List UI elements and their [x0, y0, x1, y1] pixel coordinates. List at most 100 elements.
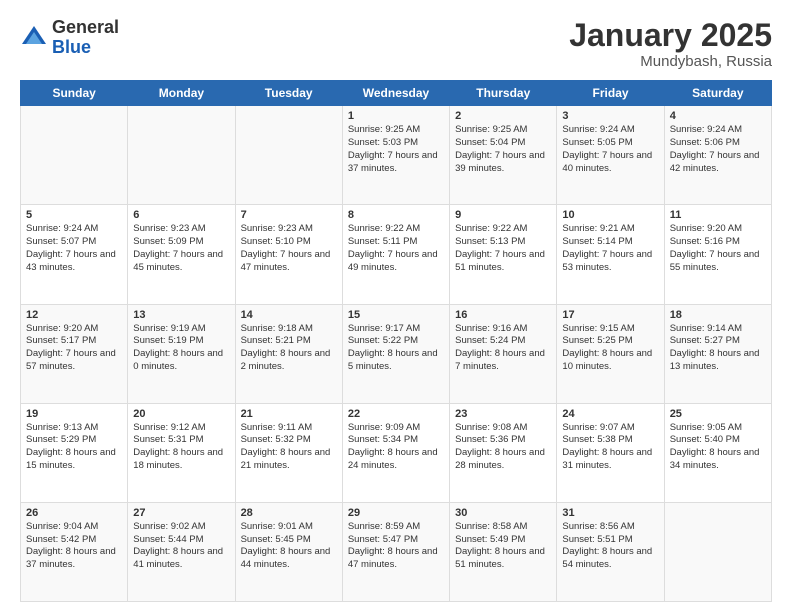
day-info: Sunrise: 9:05 AM Sunset: 5:40 PM Dayligh… [670, 422, 766, 473]
day-number: 9 [455, 209, 551, 221]
day-info: Sunrise: 9:23 AM Sunset: 5:10 PM Dayligh… [241, 223, 337, 274]
calendar-cell: 24 Sunrise: 9:07 AM Sunset: 5:38 PM Dayli… [557, 403, 664, 502]
calendar-cell [128, 106, 235, 205]
calendar-table: SundayMondayTuesdayWednesdayThursdayFrid… [20, 80, 772, 602]
week-row-4: 19 Sunrise: 9:13 AM Sunset: 5:29 PM Dayli… [21, 403, 772, 502]
day-number: 6 [133, 209, 229, 221]
logo-general: General [52, 18, 119, 38]
day-number: 14 [241, 309, 337, 321]
logo-text: General Blue [52, 18, 119, 58]
day-number: 19 [26, 408, 122, 420]
day-info: Sunrise: 9:18 AM Sunset: 5:21 PM Dayligh… [241, 323, 337, 374]
day-info: Sunrise: 9:08 AM Sunset: 5:36 PM Dayligh… [455, 422, 551, 473]
weekday-header-thursday: Thursday [450, 81, 557, 106]
calendar-cell: 7Sunrise: 9:23 AM Sunset: 5:10 PM Daylig… [235, 205, 342, 304]
day-number: 3 [562, 110, 658, 122]
calendar-cell: 29 Sunrise: 8:59 AM Sunset: 5:47 PM Dayli… [342, 502, 449, 601]
day-number: 21 [241, 408, 337, 420]
day-number: 1 [348, 110, 444, 122]
day-info: Sunrise: 9:24 AM Sunset: 5:05 PM Dayligh… [562, 124, 658, 175]
day-number: 16 [455, 309, 551, 321]
day-number: 27 [133, 507, 229, 519]
day-info: Sunrise: 9:13 AM Sunset: 5:29 PM Dayligh… [26, 422, 122, 473]
calendar-cell: 16 Sunrise: 9:16 AM Sunset: 5:24 PM Dayli… [450, 304, 557, 403]
day-number: 29 [348, 507, 444, 519]
weekday-header-friday: Friday [557, 81, 664, 106]
calendar-cell: 26Sunrise: 9:04 AM Sunset: 5:42 PM Dayli… [21, 502, 128, 601]
calendar-cell: 5 Sunrise: 9:24 AM Sunset: 5:07 PM Daylig… [21, 205, 128, 304]
day-number: 8 [348, 209, 444, 221]
day-number: 24 [562, 408, 658, 420]
day-info: Sunrise: 8:59 AM Sunset: 5:47 PM Dayligh… [348, 521, 444, 572]
day-number: 11 [670, 209, 766, 221]
calendar-cell: 27 Sunrise: 9:02 AM Sunset: 5:44 PM Dayli… [128, 502, 235, 601]
day-info: Sunrise: 9:07 AM Sunset: 5:38 PM Dayligh… [562, 422, 658, 473]
day-number: 5 [26, 209, 122, 221]
week-row-3: 12 Sunrise: 9:20 AM Sunset: 5:17 PM Dayli… [21, 304, 772, 403]
day-number: 18 [670, 309, 766, 321]
day-info: Sunrise: 9:19 AM Sunset: 5:19 PM Dayligh… [133, 323, 229, 374]
day-number: 12 [26, 309, 122, 321]
calendar-cell: 12 Sunrise: 9:20 AM Sunset: 5:17 PM Dayli… [21, 304, 128, 403]
logo-icon [20, 24, 48, 52]
calendar-cell: 11Sunrise: 9:20 AM Sunset: 5:16 PM Dayli… [664, 205, 771, 304]
day-info: Sunrise: 9:21 AM Sunset: 5:14 PM Dayligh… [562, 223, 658, 274]
header: General Blue January 2025 Mundybash, Rus… [20, 18, 772, 70]
day-number: 2 [455, 110, 551, 122]
location: Mundybash, Russia [569, 53, 772, 70]
day-info: Sunrise: 9:17 AM Sunset: 5:22 PM Dayligh… [348, 323, 444, 374]
calendar-cell: 6 Sunrise: 9:23 AM Sunset: 5:09 PM Daylig… [128, 205, 235, 304]
day-info: Sunrise: 9:24 AM Sunset: 5:07 PM Dayligh… [26, 223, 122, 274]
day-info: Sunrise: 9:20 AM Sunset: 5:17 PM Dayligh… [26, 323, 122, 374]
calendar-cell: 28Sunrise: 9:01 AM Sunset: 5:45 PM Dayli… [235, 502, 342, 601]
day-number: 15 [348, 309, 444, 321]
day-info: Sunrise: 8:58 AM Sunset: 5:49 PM Dayligh… [455, 521, 551, 572]
day-info: Sunrise: 9:24 AM Sunset: 5:06 PM Dayligh… [670, 124, 766, 175]
calendar-cell: 4 Sunrise: 9:24 AM Sunset: 5:06 PM Daylig… [664, 106, 771, 205]
weekday-header-monday: Monday [128, 81, 235, 106]
calendar-cell: 22Sunrise: 9:09 AM Sunset: 5:34 PM Dayli… [342, 403, 449, 502]
day-info: Sunrise: 9:16 AM Sunset: 5:24 PM Dayligh… [455, 323, 551, 374]
day-info: Sunrise: 9:25 AM Sunset: 5:03 PM Dayligh… [348, 124, 444, 175]
calendar-cell [21, 106, 128, 205]
week-row-5: 26Sunrise: 9:04 AM Sunset: 5:42 PM Dayli… [21, 502, 772, 601]
day-info: Sunrise: 9:23 AM Sunset: 5:09 PM Dayligh… [133, 223, 229, 274]
day-info: Sunrise: 9:15 AM Sunset: 5:25 PM Dayligh… [562, 323, 658, 374]
calendar-cell: 3 Sunrise: 9:24 AM Sunset: 5:05 PM Daylig… [557, 106, 664, 205]
weekday-header-saturday: Saturday [664, 81, 771, 106]
calendar-cell: 31 Sunrise: 8:56 AM Sunset: 5:51 PM Dayli… [557, 502, 664, 601]
weekday-header-wednesday: Wednesday [342, 81, 449, 106]
day-number: 28 [241, 507, 337, 519]
calendar-cell: 9 Sunrise: 9:22 AM Sunset: 5:13 PM Daylig… [450, 205, 557, 304]
day-info: Sunrise: 9:04 AM Sunset: 5:42 PM Dayligh… [26, 521, 122, 572]
calendar-cell [664, 502, 771, 601]
calendar-cell: 30 Sunrise: 8:58 AM Sunset: 5:49 PM Dayli… [450, 502, 557, 601]
day-info: Sunrise: 9:09 AM Sunset: 5:34 PM Dayligh… [348, 422, 444, 473]
calendar-cell: 19 Sunrise: 9:13 AM Sunset: 5:29 PM Dayli… [21, 403, 128, 502]
day-number: 31 [562, 507, 658, 519]
week-row-1: 1 Sunrise: 9:25 AM Sunset: 5:03 PM Daylig… [21, 106, 772, 205]
calendar-cell: 10 Sunrise: 9:21 AM Sunset: 5:14 PM Dayli… [557, 205, 664, 304]
weekday-header-sunday: Sunday [21, 81, 128, 106]
day-info: Sunrise: 9:22 AM Sunset: 5:13 PM Dayligh… [455, 223, 551, 274]
day-info: Sunrise: 9:25 AM Sunset: 5:04 PM Dayligh… [455, 124, 551, 175]
calendar-cell: 14 Sunrise: 9:18 AM Sunset: 5:21 PM Dayli… [235, 304, 342, 403]
week-row-2: 5 Sunrise: 9:24 AM Sunset: 5:07 PM Daylig… [21, 205, 772, 304]
day-info: Sunrise: 8:56 AM Sunset: 5:51 PM Dayligh… [562, 521, 658, 572]
calendar-cell: 21 Sunrise: 9:11 AM Sunset: 5:32 PM Dayli… [235, 403, 342, 502]
day-number: 10 [562, 209, 658, 221]
day-number: 17 [562, 309, 658, 321]
weekday-header-row: SundayMondayTuesdayWednesdayThursdayFrid… [21, 81, 772, 106]
calendar-cell: 25Sunrise: 9:05 AM Sunset: 5:40 PM Dayli… [664, 403, 771, 502]
day-number: 4 [670, 110, 766, 122]
calendar-cell: 18Sunrise: 9:14 AM Sunset: 5:27 PM Dayli… [664, 304, 771, 403]
title-block: January 2025 Mundybash, Russia [569, 18, 772, 70]
day-info: Sunrise: 9:11 AM Sunset: 5:32 PM Dayligh… [241, 422, 337, 473]
calendar-cell [235, 106, 342, 205]
day-info: Sunrise: 9:12 AM Sunset: 5:31 PM Dayligh… [133, 422, 229, 473]
logo: General Blue [20, 18, 119, 58]
day-info: Sunrise: 9:02 AM Sunset: 5:44 PM Dayligh… [133, 521, 229, 572]
day-number: 30 [455, 507, 551, 519]
day-number: 20 [133, 408, 229, 420]
calendar-cell: 8Sunrise: 9:22 AM Sunset: 5:11 PM Daylig… [342, 205, 449, 304]
